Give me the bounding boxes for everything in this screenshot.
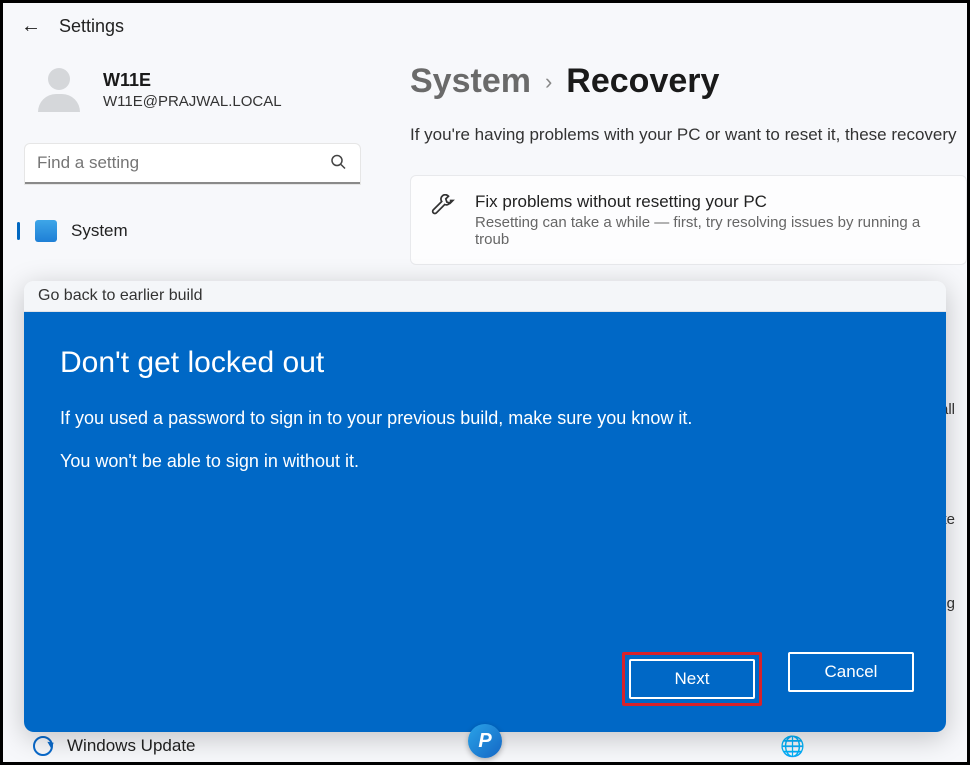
- dialog-header: Go back to earlier build: [24, 281, 946, 312]
- sidebar-item-label: System: [71, 221, 128, 241]
- user-email: W11E@PRAJWAL.LOCAL: [103, 93, 282, 110]
- help-with-recovery[interactable]: 🌐: [780, 734, 945, 759]
- breadcrumb-current: Recovery: [566, 62, 719, 101]
- nav-list: System: [25, 212, 360, 250]
- rollback-dialog: Go back to earlier build Don't get locke…: [24, 281, 946, 732]
- cancel-button[interactable]: Cancel: [788, 652, 914, 692]
- breadcrumb-parent[interactable]: System: [410, 62, 531, 101]
- settings-window: ← Settings W11E W11E@PRAJWAL.LOCAL: [0, 0, 970, 765]
- main-description: If you're having problems with your PC o…: [410, 125, 967, 145]
- back-arrow-icon[interactable]: ←: [21, 15, 41, 38]
- highlight-box: Next: [622, 652, 762, 706]
- wrench-icon: [429, 194, 457, 222]
- user-name: W11E: [103, 70, 282, 91]
- dialog-title: Don't get locked out: [60, 346, 910, 380]
- dialog-line2: You won't be able to sign in without it.: [60, 451, 910, 472]
- dialog-buttons: Next Cancel: [622, 652, 914, 706]
- topbar: ← Settings: [3, 3, 967, 44]
- chevron-right-icon: ›: [545, 69, 552, 95]
- search-icon[interactable]: [330, 154, 346, 175]
- user-block[interactable]: W11E W11E@PRAJWAL.LOCAL: [25, 62, 360, 118]
- update-icon: [33, 736, 53, 756]
- search-input[interactable]: [25, 144, 360, 184]
- watermark: P: [468, 724, 502, 758]
- search-wrap: [25, 144, 360, 184]
- globe-icon: 🌐: [780, 734, 805, 759]
- dialog-line1: If you used a password to sign in to you…: [60, 408, 910, 429]
- card-title: Fix problems without resetting your PC: [475, 192, 948, 212]
- sidebar-item-windows-update[interactable]: Windows Update: [25, 736, 196, 756]
- next-button[interactable]: Next: [629, 659, 755, 699]
- avatar-icon: [31, 62, 87, 118]
- sidebar-item-label: Windows Update: [67, 736, 196, 756]
- system-icon: [35, 220, 57, 242]
- sidebar-item-system[interactable]: System: [25, 212, 360, 250]
- fix-problems-card[interactable]: Fix problems without resetting your PC R…: [410, 175, 967, 265]
- dialog-body: Don't get locked out If you used a passw…: [24, 312, 946, 732]
- card-subtitle: Resetting can take a while — first, try …: [475, 214, 948, 248]
- app-title: Settings: [59, 16, 124, 37]
- breadcrumb: System › Recovery: [410, 62, 967, 101]
